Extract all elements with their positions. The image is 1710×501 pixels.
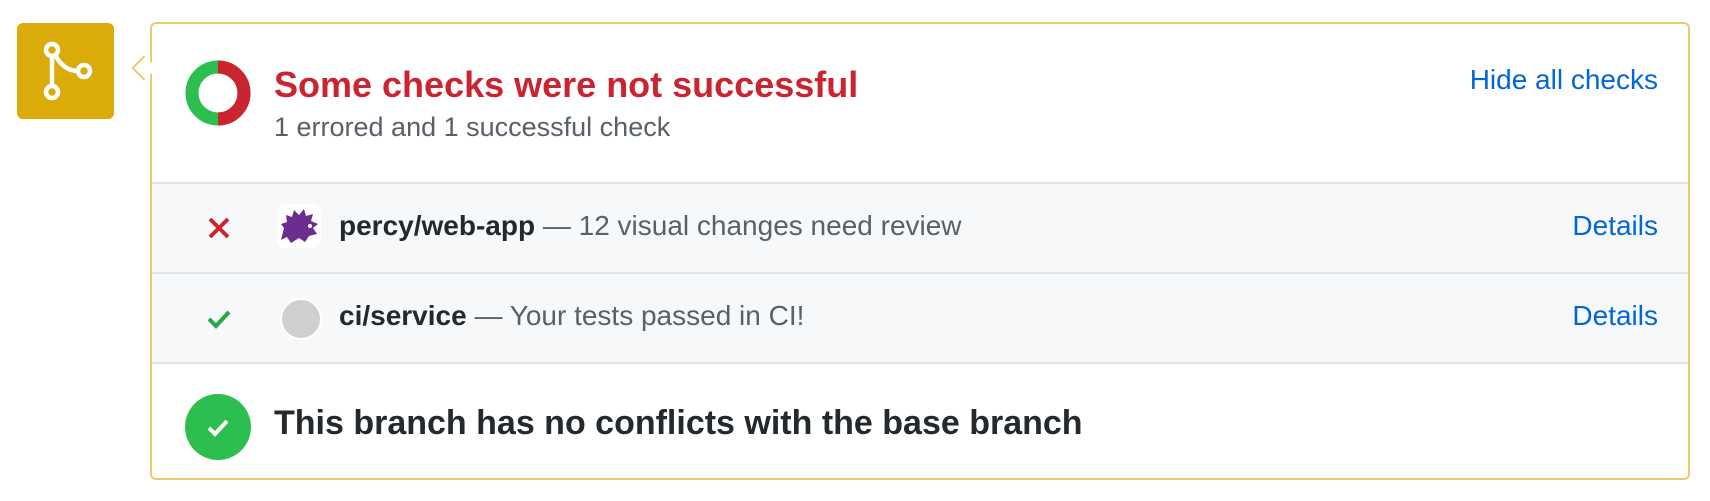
hide-all-checks-link[interactable]: Hide all checks [1470, 64, 1658, 96]
details-link[interactable]: Details [1572, 300, 1658, 332]
gray-avatar-icon [280, 298, 322, 340]
check-row: ci/service — Your tests passed in CI! De… [152, 272, 1688, 364]
check-context-name: percy/web-app [339, 210, 536, 241]
x-icon [208, 217, 230, 239]
merge-status-title: This branch has no conflicts with the ba… [274, 404, 1083, 442]
percy-hedgehog-icon [277, 204, 321, 248]
check-circle-icon [185, 394, 251, 460]
details-link[interactable]: Details [1572, 210, 1658, 242]
merge-conflict-status: This branch has no conflicts with the ba… [152, 364, 1688, 480]
check-description-text: — 12 visual changes need review [535, 210, 962, 241]
status-donut-icon [185, 60, 251, 126]
check-row: percy/web-app — 12 visual changes need r… [152, 182, 1688, 272]
check-context-name: ci/service [339, 300, 467, 331]
check-description: ci/service — Your tests passed in CI! [339, 300, 804, 332]
check-description-text: — Your tests passed in CI! [466, 300, 805, 331]
check-icon [207, 310, 231, 329]
checks-header: Some checks were not successful 1 errore… [152, 24, 1688, 182]
merge-status-panel: Some checks were not successful 1 errore… [150, 22, 1690, 480]
checks-status-summary: 1 errored and 1 successful check [274, 112, 671, 142]
check-description: percy/web-app — 12 visual changes need r… [339, 210, 962, 242]
git-merge-icon [17, 23, 114, 119]
checks-status-title: Some checks were not successful [274, 64, 859, 105]
